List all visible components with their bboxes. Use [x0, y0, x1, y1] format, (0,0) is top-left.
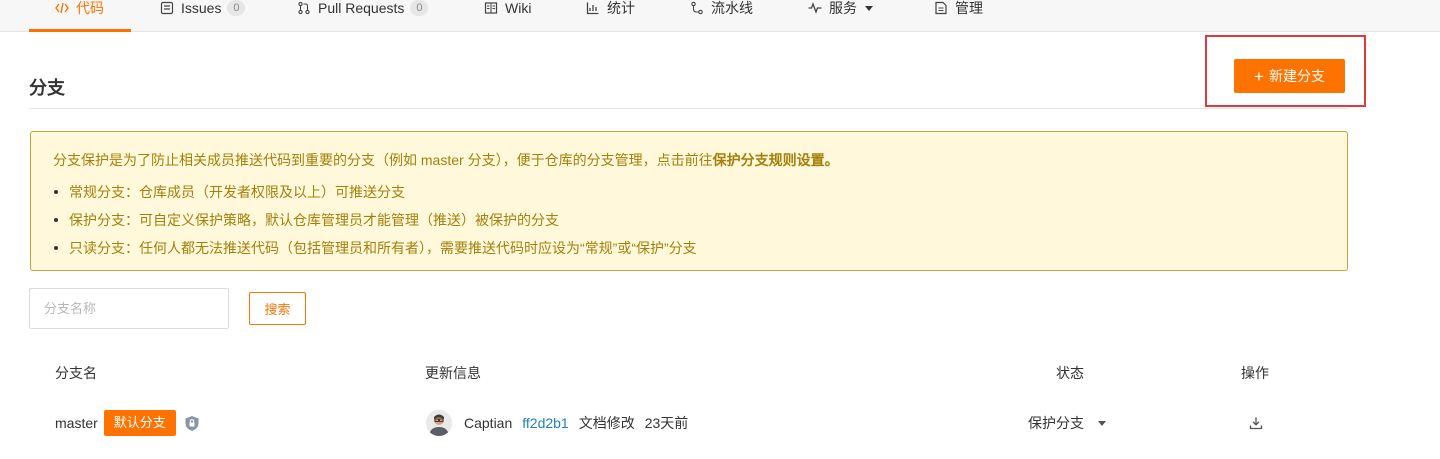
table-row: master 默认分支 [55, 408, 200, 438]
tab-code[interactable]: 代码 [29, 0, 131, 32]
plus-icon: + [1254, 66, 1264, 86]
pipeline-icon [689, 0, 705, 16]
new-branch-label: 新建分支 [1268, 68, 1325, 84]
manage-icon [933, 0, 949, 16]
notice-intro-text: 分支保护是为了防止相关成员推送代码到重要的分支（例如 master 分支），便于… [53, 152, 713, 168]
branch-name-link[interactable]: master [55, 415, 98, 431]
column-header-actions: 操作 [1241, 365, 1269, 381]
tab-service[interactable]: 服务 [807, 0, 873, 32]
pull-requests-count-badge: 0 [410, 0, 429, 16]
tab-wiki[interactable]: Wiki [483, 0, 531, 32]
commit-message: 文档修改 [578, 415, 635, 431]
status-cell: 保护分支 [1028, 408, 1106, 438]
service-icon [807, 0, 823, 16]
commit-time: 23天前 [644, 415, 689, 431]
actions-cell [1249, 408, 1263, 438]
tab-pull-requests-label: Pull Requests [318, 0, 405, 16]
heading-divider [29, 108, 1349, 109]
notice-item-protected: 保护分支：可自定义保护策略，默认仓库管理员才能管理（推送）被保护的分支 [53, 212, 697, 240]
notice-item-normal: 常规分支：仓库成员（开发者权限及以上）可推送分支 [53, 184, 697, 212]
issues-icon [159, 0, 175, 16]
avatar[interactable] [426, 410, 452, 436]
notice-list: 常规分支：仓库成员（开发者权限及以上）可推送分支 保护分支：可自定义保护策略，默… [53, 184, 697, 268]
tab-issues-label: Issues [181, 0, 222, 16]
tab-manage-label: 管理 [955, 0, 983, 16]
branch-search-input[interactable] [29, 288, 229, 329]
branch-status-value: 保护分支 [1028, 415, 1084, 431]
tab-stats[interactable]: 统计 [585, 0, 635, 32]
shield-icon [184, 415, 200, 432]
stats-icon [585, 0, 601, 16]
tab-service-label: 服务 [829, 0, 857, 16]
tab-stats-label: 统计 [607, 0, 635, 16]
search-button[interactable]: 搜索 [249, 292, 306, 325]
tab-wiki-label: Wiki [505, 0, 532, 16]
protection-rules-link[interactable]: 保护分支规则设置。 [713, 152, 839, 168]
branch-status-dropdown[interactable]: 保护分支 [1028, 413, 1106, 433]
wiki-icon [483, 0, 499, 16]
repo-tab-bar: 代码 Issues 0 Pull Requests 0 Wiki 统计 流水线 [0, 0, 1440, 32]
update-info: Captian ff2d2b1 文档修改 23天前 [426, 408, 688, 438]
code-icon [54, 0, 70, 16]
notice-item-readonly: 只读分支：任何人都无法推送代码（包括管理员和所有者），需要推送代码时应设为“常规… [53, 240, 697, 268]
pull-request-icon [296, 0, 312, 16]
download-icon[interactable] [1249, 416, 1263, 430]
branch-protection-notice: 分支保护是为了防止相关成员推送代码到重要的分支（例如 master 分支），便于… [30, 131, 1348, 271]
page-title: 分支 [29, 78, 65, 98]
tab-pipeline-label: 流水线 [711, 0, 753, 16]
tab-issues[interactable]: Issues 0 [159, 0, 246, 32]
new-branch-button[interactable]: + 新建分支 [1234, 59, 1345, 93]
tab-pipeline[interactable]: 流水线 [689, 0, 753, 32]
chevron-down-icon [865, 6, 873, 11]
issues-count-badge: 0 [227, 0, 246, 16]
commit-hash-link[interactable]: ff2d2b1 [522, 415, 568, 431]
chevron-down-icon [1098, 420, 1106, 426]
column-header-update: 更新信息 [425, 365, 481, 381]
column-header-name: 分支名 [55, 365, 97, 381]
tab-pull-requests[interactable]: Pull Requests 0 [296, 0, 429, 32]
column-header-status: 状态 [1056, 365, 1084, 381]
tab-manage[interactable]: 管理 [933, 0, 983, 32]
default-branch-badge: 默认分支 [103, 410, 176, 436]
commit-author[interactable]: Captian [464, 415, 512, 431]
notice-intro: 分支保护是为了防止相关成员推送代码到重要的分支（例如 master 分支），便于… [53, 150, 839, 170]
tab-code-label: 代码 [76, 0, 104, 16]
